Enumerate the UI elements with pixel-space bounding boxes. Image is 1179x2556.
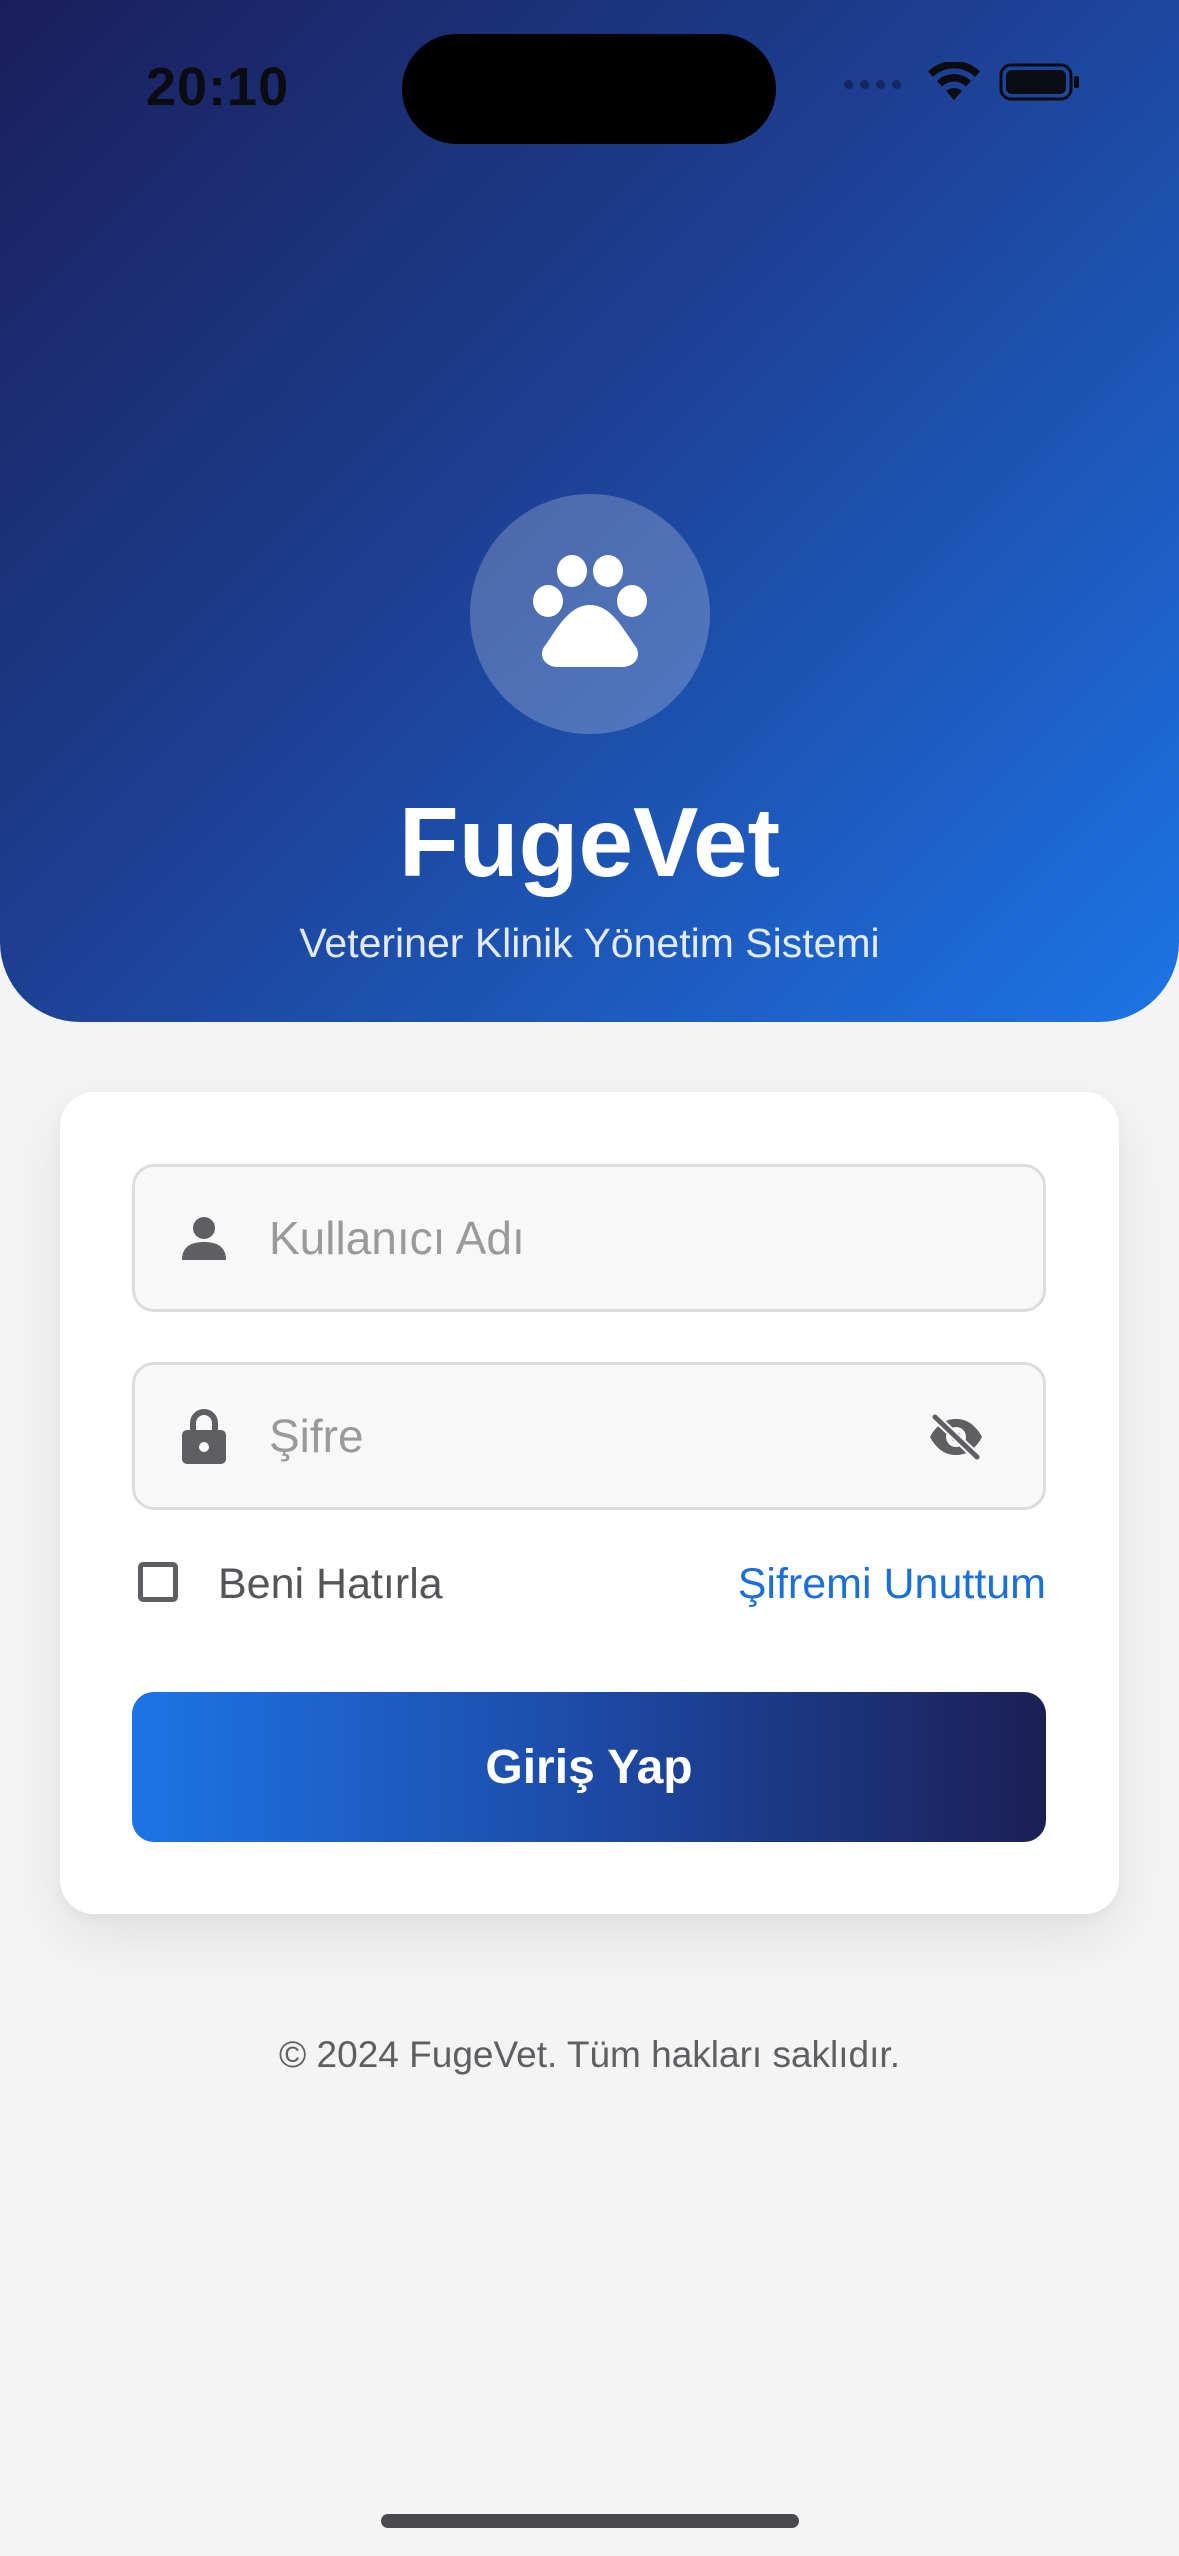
remember-me-label[interactable]: Beni Hatırla: [218, 1560, 443, 1609]
home-indicator[interactable]: [381, 2514, 799, 2528]
person-icon: [179, 1213, 229, 1263]
cellular-signal-icon: [844, 80, 901, 89]
app-subtitle: Veteriner Klinik Yönetim Sistemi: [299, 920, 880, 966]
paw-icon: [528, 553, 652, 676]
password-field[interactable]: [132, 1362, 1046, 1510]
wifi-icon: [927, 60, 981, 107]
remember-row: Beni Hatırla Şifremi Unuttum: [132, 1556, 1046, 1616]
header-banner: 20:10 FugeVet Veteriner Klinik Yönetim S…: [0, 0, 1179, 1022]
login-button-label: Giriş Yap: [485, 1740, 693, 1794]
battery-icon: [999, 62, 1081, 107]
logo-badge: [470, 494, 710, 734]
remember-me-checkbox[interactable]: [138, 1562, 178, 1602]
login-card: Beni Hatırla Şifremi Unuttum Giriş Yap: [60, 1092, 1119, 1914]
status-time: 20:10: [146, 57, 290, 117]
login-button[interactable]: Giriş Yap: [132, 1692, 1046, 1842]
status-icons: [844, 60, 1081, 107]
forgot-password-link[interactable]: Şifremi Unuttum: [738, 1560, 1046, 1609]
username-field[interactable]: [132, 1164, 1046, 1312]
password-input[interactable]: [269, 1409, 909, 1463]
dynamic-island: [402, 34, 776, 144]
username-input[interactable]: [269, 1211, 909, 1265]
lock-icon: [179, 1409, 229, 1464]
eye-slash-icon[interactable]: [927, 1411, 985, 1463]
app-title: FugeVet: [398, 787, 781, 897]
copyright-text: © 2024 FugeVet. Tüm hakları saklıdır.: [279, 2034, 900, 2075]
